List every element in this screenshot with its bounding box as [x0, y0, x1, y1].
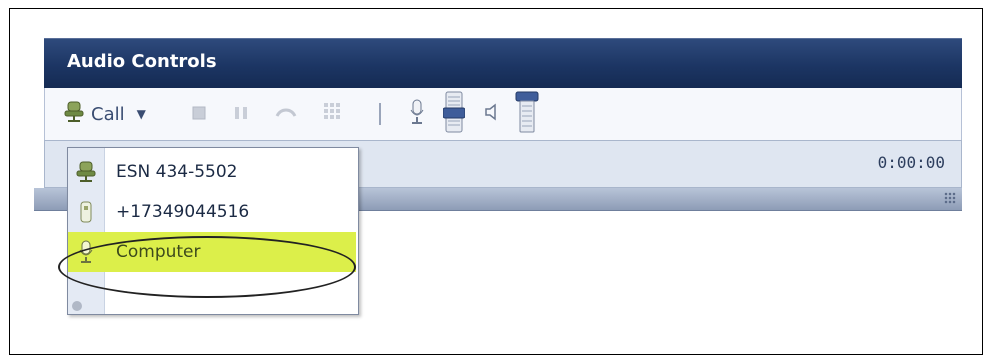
menu-item-label: +17349044516: [116, 202, 250, 222]
menu-item-mobile[interactable]: +17349044516: [68, 192, 356, 232]
audio-toolbar: Call ▼: [44, 88, 962, 140]
menu-item-label: ESN 434-5502: [116, 162, 238, 182]
pause-button[interactable]: [233, 98, 249, 130]
call-label: Call: [91, 103, 125, 125]
menu-item-label: Computer: [116, 242, 201, 262]
resize-grip-icon[interactable]: [944, 192, 956, 204]
microphone-icon: [68, 239, 104, 265]
pause-icon: [233, 105, 249, 124]
microphone-icon: [409, 98, 425, 130]
connection-icon: [515, 91, 539, 137]
panel-title: Audio Controls: [67, 51, 217, 72]
desk-phone-icon: [68, 160, 104, 184]
phone-link-icon: [275, 105, 297, 124]
keypad-button[interactable]: [323, 98, 341, 130]
speaker-icon: [483, 102, 499, 126]
call-dropdown-menu: ESN 434-5502 +17349044516 Computer: [67, 147, 359, 315]
menu-item-partial: [68, 272, 104, 312]
menu-item-computer[interactable]: Computer: [68, 232, 356, 272]
mobile-phone-icon: [68, 201, 104, 223]
stop-button[interactable]: [192, 98, 206, 130]
mic-volume-slider[interactable]: [442, 91, 466, 137]
microphone-button[interactable]: [409, 98, 425, 130]
volume-slider-icon: [442, 91, 466, 137]
speaker-volume-slider[interactable]: [515, 91, 539, 137]
toolbar-separator: [378, 98, 382, 130]
menu-item-esn[interactable]: ESN 434-5502: [68, 152, 356, 192]
panel-titlebar: Audio Controls: [44, 38, 962, 89]
call-timer: 0:00:00: [877, 153, 945, 172]
microphone-speaker-icon: [63, 100, 85, 128]
dropdown-caret-icon[interactable]: ▼: [137, 107, 146, 121]
transfer-button[interactable]: [275, 98, 297, 130]
speaker-button[interactable]: [483, 98, 499, 130]
keypad-icon: [323, 102, 341, 126]
call-button[interactable]: Call ▼: [63, 98, 146, 130]
stop-icon: [192, 105, 206, 124]
